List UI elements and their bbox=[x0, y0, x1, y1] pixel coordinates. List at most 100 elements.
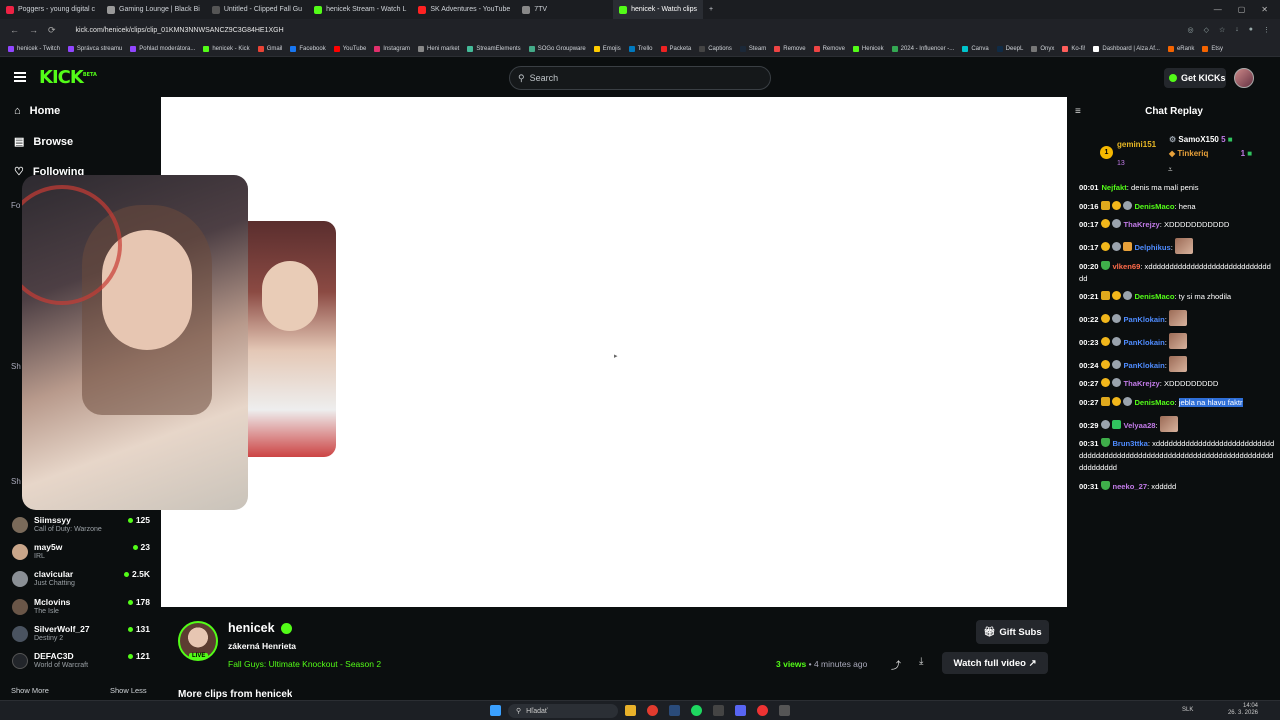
gear-badge-icon[interactable] bbox=[1123, 291, 1133, 301]
url-field[interactable]: kick.com/henicek/clips/clip_01KMN3NNWSAN… bbox=[76, 27, 284, 34]
gift-subs-button[interactable]: 🎁︎ Gift Subs bbox=[976, 620, 1049, 644]
bookmark-item[interactable]: StreamElements bbox=[467, 45, 521, 52]
bookmark-item[interactable]: Remove bbox=[774, 45, 806, 52]
taskbar-search[interactable]: ⚲ Hľadať bbox=[508, 704, 618, 718]
plant-badge-icon[interactable] bbox=[1101, 260, 1111, 270]
coin-badge-icon[interactable] bbox=[1101, 242, 1111, 252]
browser-tab[interactable]: 7TV bbox=[516, 0, 553, 19]
bookmark-item[interactable]: Instagram bbox=[374, 45, 410, 52]
coin-badge-icon[interactable] bbox=[1101, 314, 1111, 324]
bookmark-item[interactable]: 2024 - Influencer -... bbox=[891, 45, 954, 52]
spotify-icon[interactable] bbox=[691, 705, 702, 716]
gear-badge-icon[interactable] bbox=[1112, 242, 1122, 252]
category-link[interactable]: Fall Guys: Ultimate Knockout - Season 2 bbox=[228, 659, 381, 669]
bookmark-item[interactable]: Onyx bbox=[1031, 45, 1054, 52]
get-kicks-button[interactable]: Get KICKs bbox=[1164, 68, 1226, 88]
bookmark-item[interactable]: Henicek bbox=[852, 45, 884, 52]
maximize-icon[interactable]: ▢ bbox=[1238, 5, 1246, 14]
chat-username[interactable]: ThaKrejzy bbox=[1123, 379, 1159, 388]
top-gifter-2[interactable]: ⚙ SamoX150 5 ■ bbox=[1169, 133, 1252, 147]
bookmark-item[interactable]: henicek - Twitch bbox=[8, 45, 60, 52]
chat-username[interactable]: Delphikus bbox=[1134, 243, 1170, 252]
watch-full-video-button[interactable]: Watch full video ↗ bbox=[942, 652, 1048, 674]
bookmark-item[interactable]: Etsy bbox=[1202, 45, 1223, 52]
gear-badge-icon[interactable] bbox=[1123, 396, 1133, 406]
back-icon[interactable]: ← bbox=[10, 25, 19, 36]
steam-icon[interactable] bbox=[669, 705, 680, 716]
kick-logo[interactable]: KICKBETA bbox=[39, 67, 97, 88]
chat-username[interactable]: ThaKrejzy bbox=[1123, 220, 1159, 229]
chat-username[interactable]: Brun3ttka bbox=[1112, 439, 1147, 448]
app-icon[interactable] bbox=[713, 705, 724, 716]
search-input[interactable]: ⚲ Search bbox=[509, 66, 771, 90]
gear-badge-icon[interactable] bbox=[1123, 200, 1133, 210]
profile-icon[interactable]: ● bbox=[1249, 26, 1253, 34]
menu-icon[interactable]: ⋮ bbox=[1263, 26, 1270, 34]
bookmark-item[interactable]: SOGo Groupware bbox=[528, 45, 586, 52]
streamer-name[interactable]: henicek bbox=[228, 621, 275, 635]
gear-badge-icon[interactable] bbox=[1101, 419, 1111, 429]
bookmark-item[interactable]: Trello bbox=[628, 45, 653, 52]
extension-icon[interactable]: ◇ bbox=[1204, 26, 1209, 34]
sidebar-channel[interactable]: may5w IRL 23 bbox=[12, 542, 152, 564]
opera-icon[interactable] bbox=[647, 705, 658, 716]
download-icon[interactable]: ↓ bbox=[1235, 26, 1239, 34]
forward-icon[interactable]: → bbox=[29, 25, 38, 36]
gear-badge-icon[interactable] bbox=[1112, 336, 1122, 346]
top-gifter-3[interactable]: ◆ Tinkeriq 1 ■ bbox=[1169, 147, 1252, 161]
download-icon[interactable]: ⤓ bbox=[919, 656, 923, 667]
discord-icon[interactable] bbox=[735, 705, 746, 716]
hamburger-menu-icon[interactable] bbox=[14, 72, 26, 82]
coin-badge-icon[interactable] bbox=[1112, 396, 1122, 406]
chat-username[interactable]: Velyaa28 bbox=[1123, 421, 1155, 430]
gear-badge-icon[interactable] bbox=[1112, 219, 1122, 229]
sidebar-item-browse[interactable]: ▤ Browse bbox=[14, 135, 73, 149]
browser-tab-active[interactable]: henicek - Watch clips bbox=[613, 0, 703, 19]
chat-username[interactable]: DenisMaco bbox=[1134, 202, 1174, 211]
chat-username[interactable]: PanKlokain bbox=[1123, 338, 1164, 347]
coin-badge-icon[interactable] bbox=[1101, 336, 1111, 346]
new-tab-button[interactable]: + bbox=[703, 0, 719, 19]
browser-tab[interactable]: Untitled - Clipped Fall Gu bbox=[206, 0, 308, 19]
windows-start-icon[interactable] bbox=[490, 705, 501, 716]
plant-badge-icon[interactable] bbox=[1101, 480, 1111, 490]
minimize-icon[interactable]: — bbox=[1214, 5, 1222, 14]
chat-username[interactable]: DenisMaco bbox=[1134, 292, 1174, 301]
gear-badge-icon[interactable] bbox=[1112, 314, 1122, 324]
bookmark-item[interactable]: Pohlad moderátora... bbox=[130, 45, 195, 52]
reload-icon[interactable]: ⟳ bbox=[48, 25, 56, 36]
bookmark-item[interactable]: Heni market bbox=[417, 45, 459, 52]
file-explorer-icon[interactable] bbox=[625, 705, 636, 716]
bookmark-item[interactable]: Packeta bbox=[660, 45, 691, 52]
gear-badge-icon[interactable] bbox=[1112, 378, 1122, 388]
bookmark-item[interactable]: Remove bbox=[813, 45, 845, 52]
extension-icon[interactable]: ◎ bbox=[1187, 26, 1193, 34]
chrome-icon[interactable] bbox=[757, 705, 768, 716]
chat-username[interactable]: neeko_27 bbox=[1112, 482, 1147, 491]
show-more-link[interactable]: Show More bbox=[11, 686, 49, 695]
sub-badge-icon[interactable] bbox=[1112, 419, 1122, 429]
show-less-link[interactable]: Show Less bbox=[110, 686, 147, 695]
bookmark-item[interactable]: Captions bbox=[699, 45, 732, 52]
crown-badge-icon[interactable] bbox=[1101, 200, 1111, 210]
expand-gifters-icon[interactable]: ⩡ bbox=[1168, 165, 1173, 175]
top-gifter-1[interactable]: 1 gemini151 13 bbox=[1100, 134, 1156, 170]
bookmark-item[interactable]: Canva bbox=[962, 45, 989, 52]
bookmark-item[interactable]: Správca streamu bbox=[67, 45, 122, 52]
browser-tab[interactable]: Gaming Lounge | Black Bi bbox=[101, 0, 206, 19]
browser-tab[interactable]: Poggers - young digital c bbox=[0, 0, 101, 19]
user-avatar[interactable] bbox=[1234, 68, 1254, 88]
crown-badge-icon[interactable] bbox=[1101, 396, 1111, 406]
sidebar-channel[interactable]: DEFAC3D World of Warcraft 121 bbox=[12, 651, 152, 673]
chat-username[interactable]: PanKlokain bbox=[1123, 315, 1164, 324]
system-clock[interactable]: 14:04 26. 3. 2026 bbox=[1228, 703, 1258, 717]
bookmark-item[interactable]: henicek - Kick bbox=[203, 45, 250, 52]
bookmark-item[interactable]: DeepL bbox=[996, 45, 1023, 52]
keyboard-language[interactable]: SLK bbox=[1182, 707, 1193, 713]
coin-badge-icon[interactable] bbox=[1101, 378, 1111, 388]
sidebar-channel[interactable]: clavicular Just Chatting 2.5K bbox=[12, 569, 152, 591]
bookmark-item[interactable]: eRank bbox=[1167, 45, 1194, 52]
gift-badge-icon[interactable] bbox=[1123, 242, 1133, 252]
coin-badge-icon[interactable] bbox=[1101, 219, 1111, 229]
coin-badge-icon[interactable] bbox=[1112, 291, 1122, 301]
